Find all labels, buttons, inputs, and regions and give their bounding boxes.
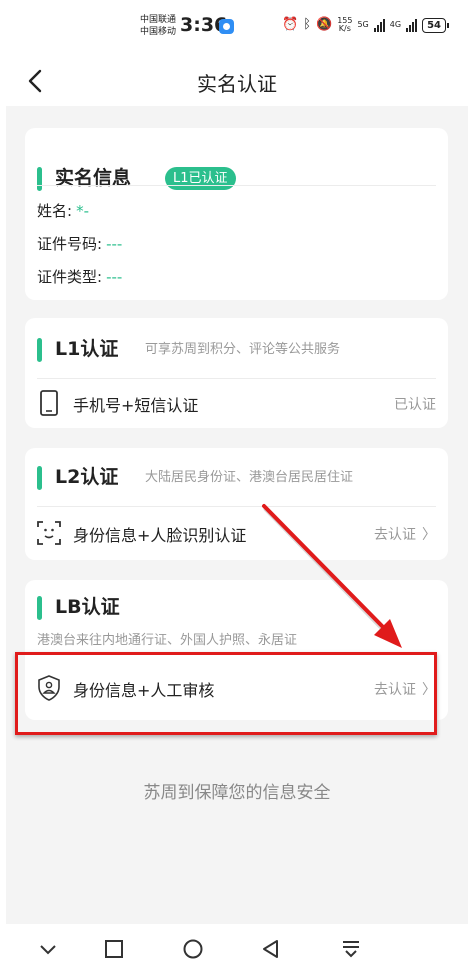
home-circle-icon[interactable] xyxy=(182,938,204,960)
phone-icon xyxy=(40,390,58,416)
lb-title: LB认证 xyxy=(55,596,120,618)
battery-icon: 54 xyxy=(422,17,449,33)
back-triangle-icon[interactable] xyxy=(260,938,282,960)
alarm-icon: ⏰ xyxy=(282,17,299,32)
face-auth-label: 身份信息+人脸识别认证 xyxy=(73,526,247,545)
divider xyxy=(37,185,436,186)
content-area: 实名信息 L1已认证 姓名: *- 证件号码: --- 证件类型: --- L1认证 … xyxy=(6,106,468,924)
divider xyxy=(37,378,436,379)
face-auth-row[interactable]: 身份信息+人脸识别认证 去认证〉 xyxy=(25,510,448,556)
notification-app-icon xyxy=(219,19,234,34)
name-label: 姓名: xyxy=(37,202,73,220)
phone-sms-auth-label: 手机号+短信认证 xyxy=(73,396,199,415)
section-marker xyxy=(37,167,42,191)
face-auth-status-text: 去认证 xyxy=(374,527,416,543)
face-auth-status: 去认证〉 xyxy=(374,524,436,544)
recents-square-icon[interactable] xyxy=(103,938,125,960)
chevron-right-icon: 〉 xyxy=(422,527,436,543)
l1-card: L1认证 可享苏周到积分、评论等公共服务 手机号+短信认证 已认证 xyxy=(25,318,448,428)
face-scan-icon xyxy=(37,521,61,545)
l1-title: L1认证 xyxy=(55,338,119,360)
section-marker xyxy=(37,466,42,490)
level-badge: L1已认证 xyxy=(165,167,236,190)
carrier-names: 中国联通 中国移动 xyxy=(140,14,176,38)
l2-card: L2认证 大陆居民身份证、港澳台居民居住证 身份信息+人脸识别认证 去认证〉 xyxy=(25,448,448,560)
annotation-highlight-box xyxy=(15,652,437,735)
info-row-id-type: 证件类型: --- xyxy=(37,266,122,287)
realname-info-card: 实名信息 L1已认证 姓名: *- 证件号码: --- 证件类型: --- xyxy=(25,128,448,300)
system-nav-bar xyxy=(0,924,474,970)
id-type-label: 证件类型: xyxy=(37,268,103,286)
info-row-id-number: 证件号码: --- xyxy=(37,233,122,254)
id-number-label: 证件号码: xyxy=(37,235,103,253)
signal-icon-2 xyxy=(406,18,418,32)
info-row-name: 姓名: *- xyxy=(37,200,89,221)
page-title: 实名认证 xyxy=(197,72,277,96)
l2-title: L2认证 xyxy=(55,466,119,488)
status-indicators: ⏰ ᛒ 🔕 155 K/s 5G 4G 54 xyxy=(282,17,449,33)
collapse-down-icon[interactable] xyxy=(37,938,59,960)
bluetooth-icon: ᛒ xyxy=(303,17,311,32)
phone-sms-auth-row[interactable]: 手机号+短信认证 已认证 xyxy=(25,380,448,426)
id-type-value: --- xyxy=(106,268,123,286)
section-marker xyxy=(37,596,42,620)
net-speed: 155 K/s xyxy=(337,17,352,33)
net-speed-unit: K/s xyxy=(338,24,351,33)
header: 实名认证 xyxy=(0,56,474,106)
mute-icon: 🔕 xyxy=(316,17,333,32)
l1-description: 可享苏周到积分、评论等公共服务 xyxy=(145,342,341,357)
phone-sms-auth-status: 已认证 xyxy=(394,397,436,413)
id-number-value: --- xyxy=(106,235,123,253)
lb-description: 港澳台来往内地通行证、外国人护照、永居证 xyxy=(37,633,298,648)
net-gen-1: 5G xyxy=(357,20,369,29)
carrier-1: 中国联通 xyxy=(140,15,177,25)
net-gen-2: 4G xyxy=(389,20,402,29)
l2-description: 大陆居民身份证、港澳台居民居住证 xyxy=(145,470,354,485)
carrier-2: 中国移动 xyxy=(140,27,177,37)
name-value: *- xyxy=(76,202,89,220)
divider xyxy=(37,506,436,507)
section-marker xyxy=(37,338,42,362)
signal-icon xyxy=(373,18,385,32)
notification-pull-icon[interactable] xyxy=(340,938,362,960)
status-bar: 中国联通 中国移动 3:36 ⏰ ᛒ 🔕 155 K/s 5G 4G 54 xyxy=(0,0,474,56)
security-note: 苏周到保障您的信息安全 xyxy=(143,783,331,803)
